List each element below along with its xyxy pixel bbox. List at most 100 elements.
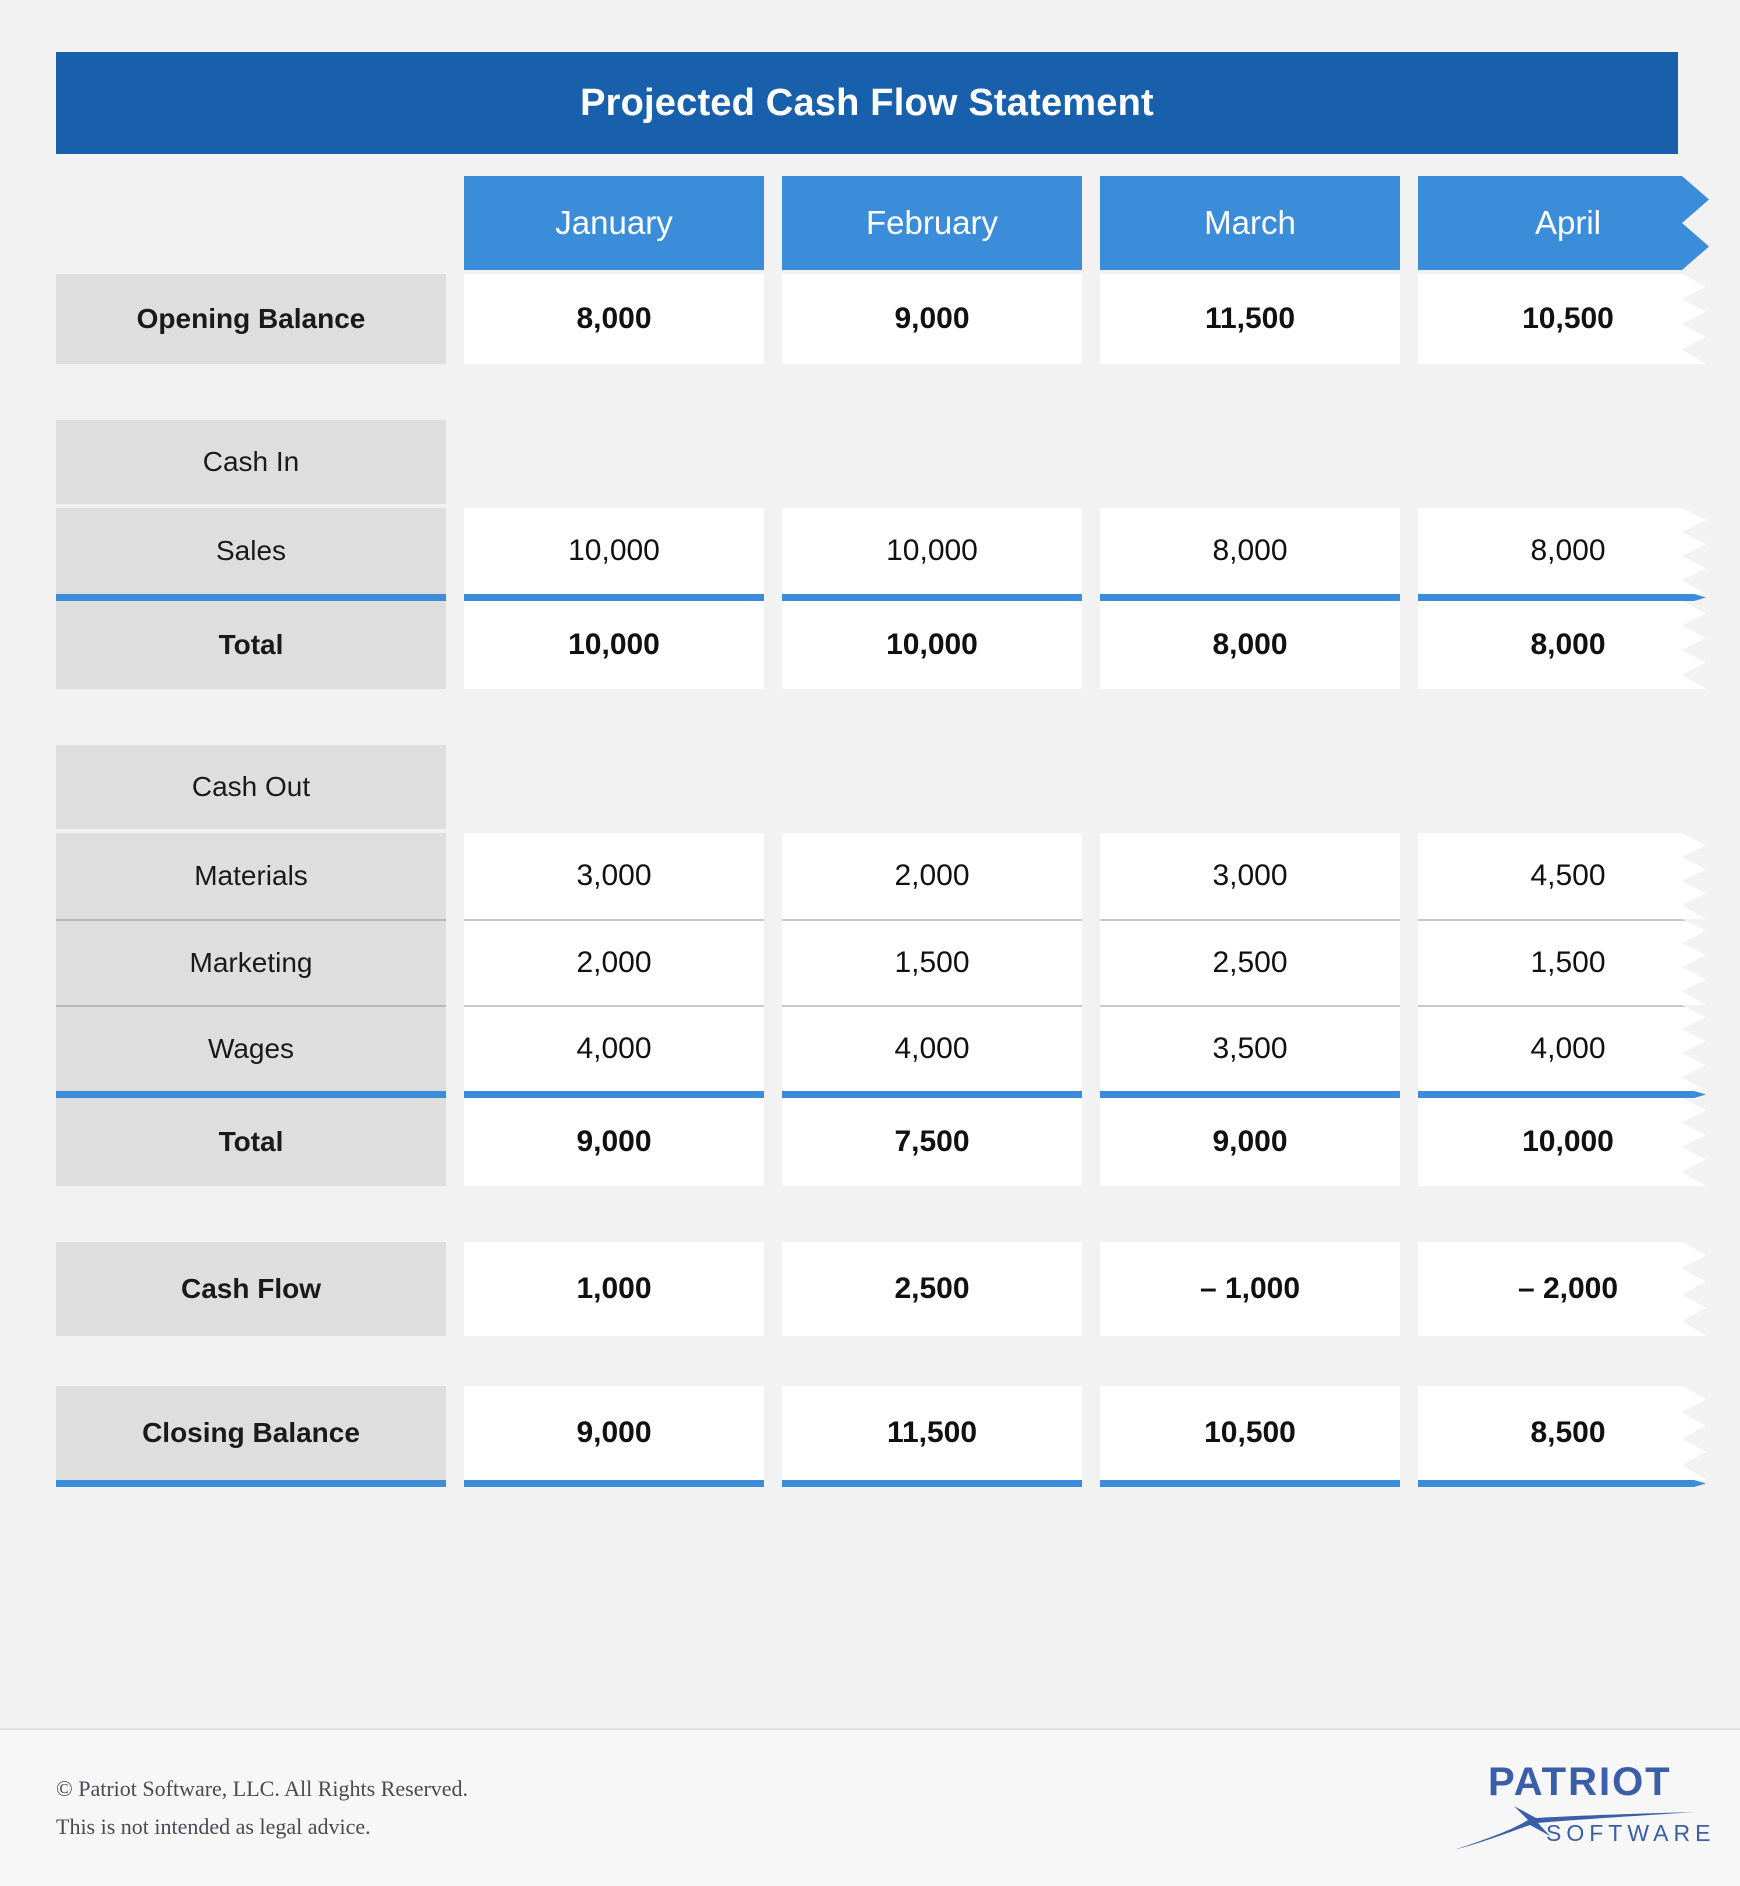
header-label-spacer	[56, 176, 446, 270]
column-gap	[1400, 176, 1418, 270]
cell-sales-april: 8,000	[1418, 508, 1706, 594]
row-label-cash-flow: Cash Flow	[56, 1242, 446, 1336]
column-gap	[1400, 420, 1418, 504]
column-gap	[1082, 1242, 1100, 1336]
cell-cash-out-total-january: 9,000	[464, 1098, 764, 1186]
column-gap	[1082, 1098, 1100, 1186]
footer: © Patriot Software, LLC. All Rights Rese…	[0, 1730, 1740, 1886]
cash-in-total-accent-rule	[56, 594, 1706, 601]
accent-rule-segment	[56, 1091, 446, 1098]
cell-cash-out-total-february: 7,500	[782, 1098, 1082, 1186]
column-gap	[1400, 274, 1418, 364]
table-row-cash-in-total: Total 10,000 10,000 8,000 8,000	[56, 601, 1706, 689]
cell-wages-january: 4,000	[464, 1005, 764, 1091]
column-gap	[764, 1091, 782, 1098]
column-gap	[446, 274, 464, 364]
cell-marketing-february: 1,500	[782, 919, 1082, 1005]
cash-flow-infographic: Projected Cash Flow Statement January Fe…	[0, 0, 1740, 1886]
column-gap	[1400, 508, 1418, 594]
column-gap	[1400, 1098, 1418, 1186]
cell-cash-in-total-january: 10,000	[464, 601, 764, 689]
cell-materials-january: 3,000	[464, 833, 764, 919]
accent-rule-segment	[1100, 1091, 1400, 1098]
column-gap	[446, 420, 464, 504]
accent-rule-segment	[782, 594, 1082, 601]
column-gap	[446, 601, 464, 689]
cell-wages-february: 4,000	[782, 1005, 1082, 1091]
cell-sales-january: 10,000	[464, 508, 764, 594]
patriot-software-logo: PATRIOT SOFTWARE	[1450, 1754, 1710, 1862]
column-gap	[764, 745, 782, 829]
column-gap	[1082, 745, 1100, 829]
row-label-cash-in-total: Total	[56, 601, 446, 689]
column-gap	[1082, 594, 1100, 601]
column-gap	[764, 176, 782, 270]
column-gap	[1400, 1480, 1418, 1487]
cell-sales-february: 10,000	[782, 508, 1082, 594]
column-gap	[1400, 745, 1418, 829]
column-gap	[764, 274, 782, 364]
table-section-cash-out: Cash Out	[56, 745, 1686, 829]
title-bar: Projected Cash Flow Statement	[56, 52, 1678, 154]
column-gap	[764, 1480, 782, 1487]
cell-cash-in-total-april: 8,000	[1418, 601, 1706, 689]
row-label-closing-balance: Closing Balance	[56, 1386, 446, 1480]
column-gap	[764, 601, 782, 689]
column-header-january: January	[464, 176, 764, 270]
column-gap	[1400, 594, 1418, 601]
column-gap	[446, 508, 464, 594]
column-gap	[764, 833, 782, 919]
column-gap	[1082, 508, 1100, 594]
column-gap	[764, 1242, 782, 1336]
column-gap	[764, 1386, 782, 1480]
column-header-february: February	[782, 176, 1082, 270]
cash-flow-table: January February March April Opening Bal…	[56, 176, 1709, 1487]
accent-rule-segment	[464, 1091, 764, 1098]
section-empty-cell	[1418, 745, 1718, 829]
footer-copyright: © Patriot Software, LLC. All Rights Rese…	[56, 1776, 469, 1801]
accent-rule-segment	[1100, 594, 1400, 601]
column-gap	[1400, 1005, 1418, 1091]
column-gap	[1082, 833, 1100, 919]
section-label-cash-out: Cash Out	[56, 745, 446, 829]
accent-rule-segment	[56, 1480, 446, 1487]
column-gap	[764, 594, 782, 601]
column-gap	[1082, 601, 1100, 689]
column-gap	[446, 1005, 464, 1091]
column-gap	[1082, 274, 1100, 364]
column-gap	[446, 833, 464, 919]
column-gap	[1082, 420, 1100, 504]
column-gap	[446, 919, 464, 1005]
column-gap	[764, 508, 782, 594]
column-gap	[764, 919, 782, 1005]
cell-sales-march: 8,000	[1100, 508, 1400, 594]
cell-closing-balance-january: 9,000	[464, 1386, 764, 1480]
cell-cash-flow-april: – 2,000	[1418, 1242, 1706, 1336]
cell-opening-balance-january: 8,000	[464, 274, 764, 364]
cell-opening-balance-february: 9,000	[782, 274, 1082, 364]
column-gap	[446, 1242, 464, 1336]
row-label-cash-out-total: Total	[56, 1098, 446, 1186]
row-label-opening-balance: Opening Balance	[56, 274, 446, 364]
column-gap	[1082, 1005, 1100, 1091]
column-gap	[446, 1386, 464, 1480]
cash-out-total-accent-rule	[56, 1091, 1706, 1098]
column-gap	[446, 745, 464, 829]
row-label-materials: Materials	[56, 833, 446, 919]
table-row-cash-flow: Cash Flow 1,000 2,500 – 1,000 – 2,000	[56, 1242, 1706, 1336]
column-gap	[1082, 919, 1100, 1005]
table-row-opening-balance: Opening Balance 8,000 9,000 11,500 10,50…	[56, 274, 1706, 364]
section-empty-cell	[464, 420, 764, 504]
footer-disclaimer: This is not intended as legal advice.	[56, 1814, 371, 1839]
accent-rule-segment	[782, 1091, 1082, 1098]
cell-closing-balance-april: 8,500	[1418, 1386, 1706, 1480]
accent-rule-segment	[1418, 1480, 1706, 1487]
section-empty-cell	[1100, 745, 1400, 829]
cell-cash-flow-january: 1,000	[464, 1242, 764, 1336]
cell-wages-march: 3,500	[1100, 1005, 1400, 1091]
column-gap	[764, 1098, 782, 1186]
section-empty-cell	[782, 745, 1082, 829]
table-row-wages: Wages 4,000 4,000 3,500 4,000	[56, 1005, 1706, 1091]
